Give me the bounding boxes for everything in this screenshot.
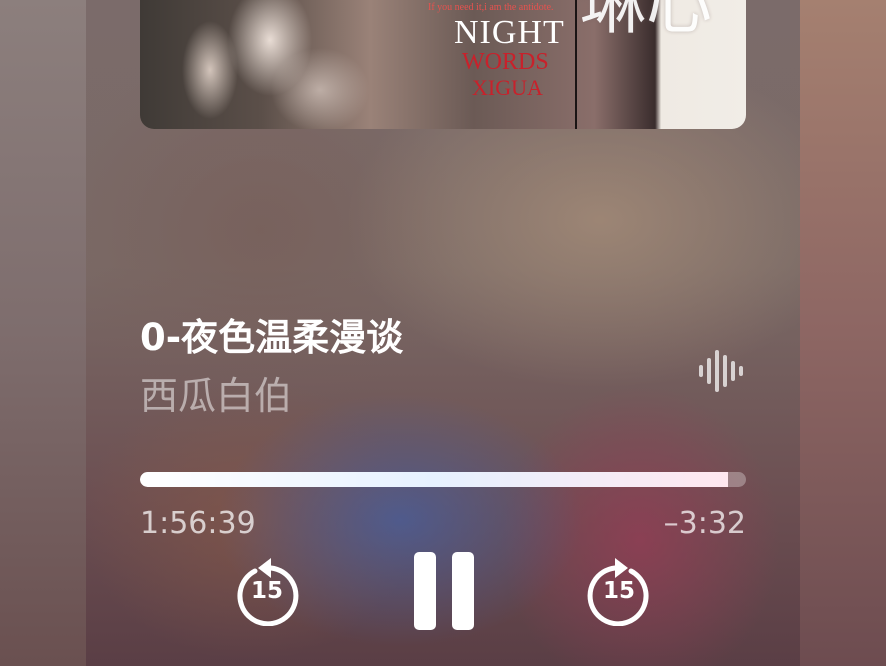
artwork-tagline: If you need it,i am the antidote.: [428, 2, 554, 13]
track-artist[interactable]: 西瓜白伯: [140, 374, 292, 420]
waveform-icon[interactable]: [697, 347, 745, 395]
artwork-divider: [575, 0, 577, 129]
artwork-title-xigua: XIGUA: [472, 75, 543, 100]
artwork-figure: [150, 0, 380, 129]
skip-back-seconds: 15: [250, 578, 283, 604]
artwork-title-words: WORDS: [462, 49, 549, 75]
artwork-glyph: 琳心: [580, 0, 712, 43]
elapsed-time: 1:56:39: [140, 506, 256, 541]
playback-scrubber[interactable]: [140, 472, 746, 487]
artwork-title-night: NIGHT: [454, 14, 565, 51]
track-title: 0-夜色温柔漫谈: [140, 316, 404, 359]
pause-icon: [414, 552, 436, 630]
skip-forward-seconds: 15: [602, 578, 635, 604]
skip-back-button[interactable]: 15: [234, 556, 300, 626]
right-edge-backdrop: [800, 0, 886, 666]
album-artwork[interactable]: If you need it,i am the antidote. NIGHT …: [140, 0, 746, 129]
pause-button[interactable]: [414, 552, 474, 630]
now-playing-screen: If you need it,i am the antidote. NIGHT …: [0, 0, 886, 666]
pause-icon-bar: [452, 552, 474, 630]
skip-forward-button[interactable]: 15: [586, 556, 652, 626]
left-edge-backdrop: [0, 0, 86, 666]
playback-progress-fill: [140, 472, 728, 487]
remaining-time: –3:32: [663, 506, 746, 541]
